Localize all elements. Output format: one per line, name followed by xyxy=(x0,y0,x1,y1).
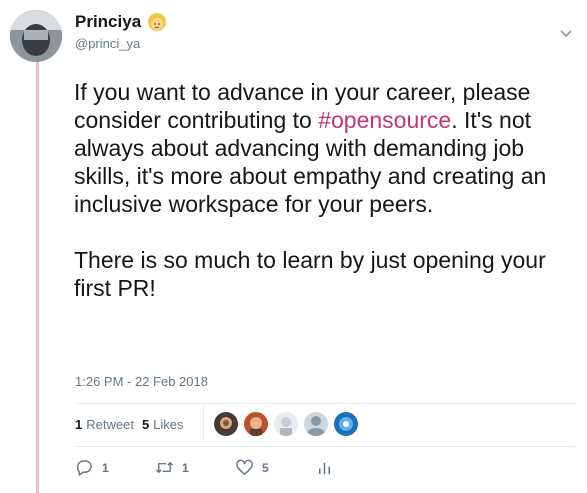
tweet-text-after: . It's not always about advancing with d… xyxy=(74,107,547,301)
tweet-text: If you want to advance in your career, p… xyxy=(74,78,574,302)
likers-avatars xyxy=(213,411,363,437)
likes-label: Likes xyxy=(153,417,184,432)
retweets-count: 1 xyxy=(75,417,83,432)
retweets-label: Retweet xyxy=(86,417,134,432)
liker-avatar[interactable] xyxy=(303,411,329,437)
author-name-row: Princiya xyxy=(75,12,167,32)
reply-icon xyxy=(76,460,92,476)
liker-avatar[interactable] xyxy=(333,411,359,437)
woman-emoji-icon xyxy=(147,12,167,32)
retweet-icon xyxy=(155,462,174,473)
likes-count: 5 xyxy=(141,417,150,432)
thread-line xyxy=(36,60,39,493)
analytics-icon xyxy=(318,462,331,475)
engagement-stats: 1 Retweet 5 Likes xyxy=(75,417,192,432)
retweets-stat[interactable]: 1 Retweet xyxy=(75,417,134,432)
likes-stat[interactable]: 5 Likes xyxy=(142,417,184,432)
avatar[interactable] xyxy=(10,10,62,62)
divider xyxy=(75,446,575,447)
chevron-down-icon[interactable] xyxy=(559,26,573,40)
stats-separator xyxy=(203,405,204,441)
tweet-actions: 1 1 5 xyxy=(75,458,395,477)
liker-avatar[interactable] xyxy=(213,411,239,437)
like-count: 5 xyxy=(262,460,269,475)
liker-avatar[interactable] xyxy=(243,411,269,437)
heart-icon xyxy=(236,459,253,475)
timestamp[interactable]: 1:26 PM - 22 Feb 2018 xyxy=(75,374,208,389)
liker-avatar[interactable] xyxy=(273,411,299,437)
author-handle[interactable]: @princi_ya xyxy=(75,36,140,51)
like-button[interactable]: 5 xyxy=(235,458,315,477)
reply-count: 1 xyxy=(102,460,109,475)
divider xyxy=(75,403,575,404)
retweet-count: 1 xyxy=(182,460,189,475)
reply-button[interactable]: 1 xyxy=(75,458,155,477)
hashtag-link[interactable]: #opensource xyxy=(318,107,451,133)
analytics-button[interactable] xyxy=(315,458,395,477)
retweet-button[interactable]: 1 xyxy=(155,458,235,477)
author-name[interactable]: Princiya xyxy=(75,12,141,32)
